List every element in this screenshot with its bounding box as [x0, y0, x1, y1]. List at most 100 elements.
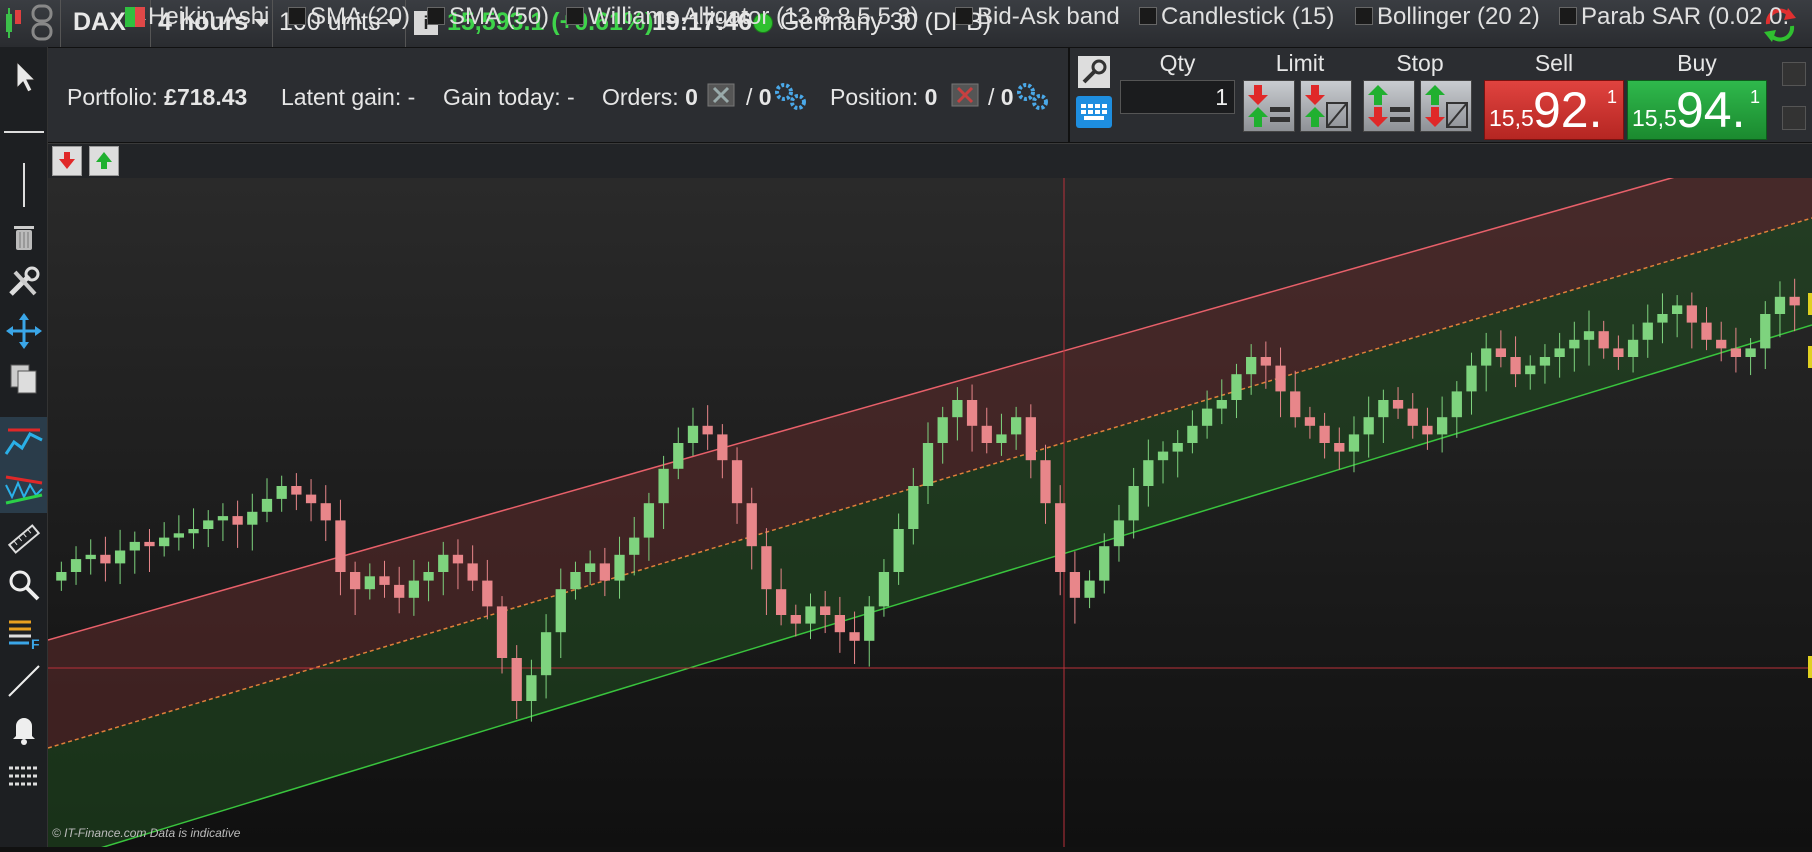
candle-body [629, 537, 640, 555]
candle-body [1436, 417, 1448, 435]
limit-buy-button[interactable] [1300, 80, 1352, 132]
candle-body [849, 632, 860, 641]
position-label: Position: [830, 84, 919, 110]
sell-button[interactable]: 15,5 92. 1 [1484, 80, 1624, 140]
candle-body [731, 460, 743, 504]
candle-body [687, 425, 699, 443]
stop-sell-button[interactable] [1363, 80, 1415, 132]
trendline-icon[interactable] [0, 657, 47, 705]
candle-body [1069, 572, 1081, 598]
indicator-heikin-ashi[interactable]: Heikin-Ashi [125, 3, 269, 31]
candle-body [1290, 391, 1301, 418]
candle-body [937, 417, 948, 443]
instrument-label: DAX [73, 8, 126, 36]
candle-body [1569, 339, 1580, 349]
candle-body [1598, 331, 1609, 349]
candle-body [952, 400, 963, 418]
cancel-orders-icon[interactable] [707, 83, 735, 107]
alert-bell-icon[interactable] [0, 705, 47, 753]
left-drawing-toolbar: F [0, 47, 48, 847]
indicator-label: SMA (20) [310, 3, 411, 30]
candle-body [922, 443, 934, 486]
trash-icon[interactable] [0, 212, 47, 260]
vertical-line-icon[interactable] [0, 161, 47, 209]
sell-label: Sell [1534, 50, 1574, 76]
candle-body [1201, 408, 1213, 426]
orders-total: / 0 [746, 84, 772, 111]
fibonacci-icon[interactable]: F [0, 609, 47, 657]
candle-body [1260, 357, 1271, 366]
indicator-bid-ask-band[interactable]: Bid-Ask band [955, 3, 1120, 31]
candle-body [1392, 400, 1404, 409]
indicator-bollinger[interactable]: Bollinger (20 2) [1355, 3, 1540, 31]
copy-icon[interactable] [0, 355, 47, 403]
indicator-label: Heikin-Ashi [148, 3, 270, 30]
candle-body [643, 503, 655, 538]
checkbox[interactable] [1139, 7, 1157, 25]
orders-settings-icon[interactable] [772, 80, 808, 112]
channel-tool-icon[interactable] [0, 417, 47, 467]
candle-body [775, 589, 787, 615]
candle-body [893, 529, 904, 572]
candle-body [908, 486, 919, 529]
portfolio-label: Portfolio: [67, 84, 158, 110]
position-total: / 0 [988, 84, 1014, 111]
stop-buy-button[interactable] [1420, 80, 1472, 132]
indicator-williams-alligator[interactable]: Williams Alligator (13 8 8 5 5 3) [566, 3, 919, 31]
candle-body [438, 554, 449, 572]
wrench-icon[interactable] [1078, 56, 1110, 88]
sell-price-prefix: 15,5 [1489, 105, 1534, 131]
candle-body [599, 563, 610, 581]
indicator-sma-20[interactable]: SMA (20) [288, 3, 410, 31]
qty-input[interactable] [1120, 80, 1235, 114]
candle-body [1128, 486, 1139, 521]
checkbox[interactable] [566, 7, 584, 25]
link-icon[interactable] [30, 4, 54, 42]
checkbox[interactable] [955, 7, 973, 25]
indicator-candlestick[interactable]: Candlestick (15) [1139, 3, 1334, 31]
candle-body [996, 434, 1007, 443]
regression-channel-icon[interactable] [0, 465, 47, 513]
candle-body [1774, 296, 1786, 314]
candle-body [496, 606, 508, 658]
checkbox[interactable] [427, 7, 445, 25]
close-position-icon[interactable] [951, 83, 979, 107]
indicator-parabolic-sar[interactable]: Parab SAR (0.02 0. [1559, 3, 1801, 31]
candle-body [702, 425, 713, 435]
cursor-icon[interactable] [0, 53, 47, 101]
candle-body [746, 503, 757, 547]
list-icon[interactable] [0, 753, 47, 801]
candle-body [56, 572, 67, 581]
qty-label: Qty [1159, 50, 1196, 76]
indicator-bar [48, 143, 1812, 180]
panel-toggle-bottom[interactable] [1782, 106, 1806, 130]
buy-button[interactable]: 15,5 94. 1 [1627, 80, 1767, 140]
chart-canvas[interactable] [47, 137, 1812, 852]
price-chart[interactable] [47, 137, 1812, 852]
candle-body [1304, 417, 1316, 426]
keyboard-icon[interactable] [1076, 96, 1112, 128]
candle-body [349, 572, 361, 590]
candle-body [1099, 546, 1110, 581]
candle-body [805, 606, 816, 624]
checkbox[interactable] [1559, 7, 1577, 25]
candle-body [217, 516, 229, 521]
checkbox[interactable] [288, 7, 306, 25]
limit-sell-button[interactable] [1243, 80, 1295, 132]
expand-indicators-icon[interactable] [89, 146, 119, 176]
ruler-icon[interactable] [0, 515, 47, 563]
candle-body [1539, 357, 1551, 366]
candle-body [1495, 348, 1507, 357]
panel-toggle-top[interactable] [1782, 62, 1806, 86]
candle-body [1055, 503, 1066, 572]
candle-body [247, 511, 258, 525]
candle-body [820, 606, 831, 615]
candle-body [1422, 425, 1433, 435]
position-settings-icon[interactable] [1014, 80, 1050, 112]
collapse-indicators-icon[interactable] [52, 146, 82, 176]
tools-icon[interactable] [0, 259, 47, 307]
indicator-sma-50[interactable]: SMA (50) [427, 3, 549, 31]
move-icon[interactable] [0, 307, 47, 355]
zoom-icon[interactable] [0, 561, 47, 609]
checkbox[interactable] [1355, 7, 1373, 25]
